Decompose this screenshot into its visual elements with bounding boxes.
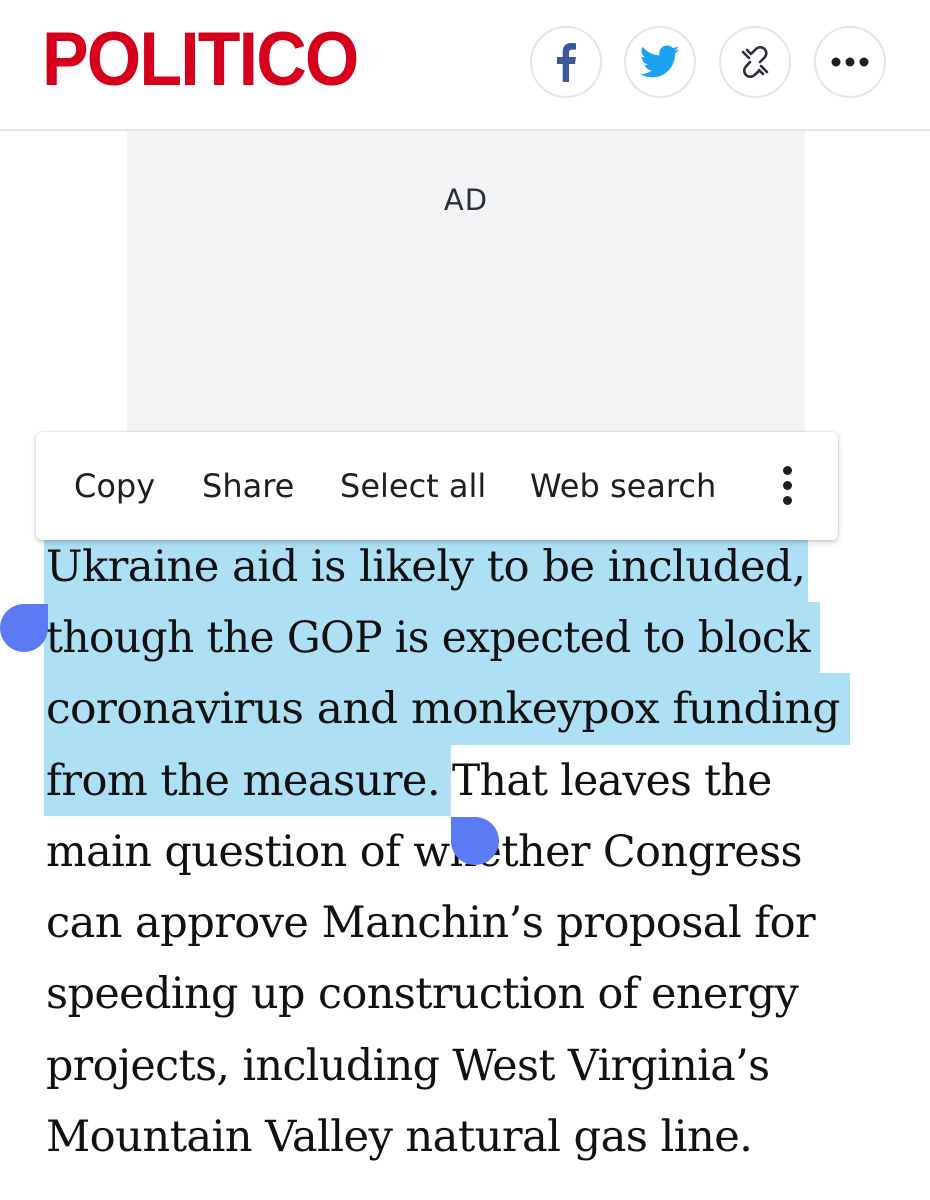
more-vertical-icon[interactable] bbox=[772, 462, 802, 510]
selection-start-handle[interactable] bbox=[0, 604, 48, 652]
article-body: Ukraine aid is likely to be included, th… bbox=[0, 0, 930, 1200]
article-line[interactable]: speeding up construction of energy bbox=[46, 958, 799, 1030]
copy-action[interactable]: Copy bbox=[74, 432, 155, 540]
article-line[interactable]: main question of whether Congress bbox=[46, 816, 803, 888]
article-line[interactable]: can approve Manchin’s proposal for bbox=[46, 887, 816, 959]
share-action[interactable]: Share bbox=[202, 432, 294, 540]
text-selection-toolbar: Copy Share Select all Web search bbox=[36, 432, 838, 540]
article-line[interactable]: projects, including West Virginia’s bbox=[46, 1030, 770, 1102]
article-line-selected-part[interactable]: from the measure. bbox=[46, 745, 441, 817]
selection-end-handle[interactable] bbox=[451, 817, 499, 865]
web-search-action[interactable]: Web search bbox=[530, 432, 716, 540]
select-all-action[interactable]: Select all bbox=[340, 432, 486, 540]
article-line[interactable]: Mountain Valley natural gas line. bbox=[46, 1101, 753, 1173]
article-line[interactable]: Ukraine aid is likely to be included, bbox=[46, 531, 806, 603]
article-line-unselected-part[interactable]: That leaves the bbox=[452, 745, 772, 817]
article-line[interactable]: though the GOP is expected to block bbox=[46, 602, 811, 674]
article-line[interactable]: coronavirus and monkeypox funding bbox=[46, 673, 840, 745]
